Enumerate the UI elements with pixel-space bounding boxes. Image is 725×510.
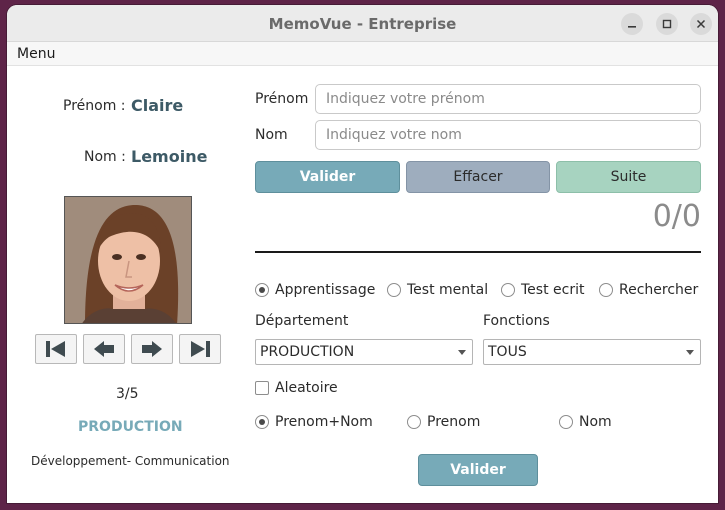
- portrait-image: [65, 197, 191, 323]
- mode-mental-test-label: Test mental: [407, 282, 489, 298]
- department-select-value: PRODUCTION: [260, 344, 355, 360]
- maximize-button[interactable]: [656, 13, 678, 35]
- department-value: PRODUCTION: [78, 419, 183, 435]
- lastname-value: Lemoine: [131, 147, 208, 166]
- next-step-button[interactable]: Suite: [556, 161, 701, 193]
- functions-select[interactable]: TOUS: [483, 339, 701, 365]
- functions-select-value: TOUS: [488, 344, 527, 360]
- person-photo: [64, 196, 192, 324]
- clear-button[interactable]: Effacer: [406, 161, 550, 193]
- last-icon: [191, 341, 210, 357]
- department-select[interactable]: PRODUCTION: [255, 339, 473, 365]
- chevron-down-icon: [458, 350, 466, 355]
- random-checkbox[interactable]: [255, 381, 269, 395]
- minimize-button[interactable]: [621, 13, 643, 35]
- functions-value: Développement- Communication: [31, 454, 230, 468]
- display-fullname-label: Prenom+Nom: [275, 414, 373, 430]
- app-window: MemoVue - Entreprise Menu Prénom : Clair…: [7, 5, 718, 503]
- previous-button[interactable]: [83, 334, 125, 364]
- close-button[interactable]: [690, 13, 712, 35]
- display-lastname-label: Nom: [579, 414, 612, 430]
- firstname-input[interactable]: [315, 84, 701, 114]
- window-title: MemoVue - Entreprise: [268, 15, 457, 33]
- mode-mental-test-radio[interactable]: [387, 283, 401, 297]
- lastname-label: Nom: [255, 127, 288, 143]
- mode-learning-label: Apprentissage: [275, 282, 376, 298]
- close-icon: [696, 19, 706, 29]
- separator: [255, 251, 701, 253]
- bottom-validate-button[interactable]: Valider: [418, 454, 538, 486]
- menu-bar: Menu: [7, 42, 718, 66]
- validate-button[interactable]: Valider: [255, 161, 400, 193]
- functions-filter-label: Fonctions: [483, 313, 550, 329]
- next-icon: [142, 341, 162, 357]
- score-display: 0/0: [652, 199, 701, 234]
- maximize-icon: [662, 19, 672, 29]
- position-counter: 3/5: [116, 386, 139, 402]
- department-filter-label: Département: [255, 313, 349, 329]
- mode-search-label: Rechercher: [619, 282, 699, 298]
- firstname-value: Claire: [131, 96, 184, 115]
- first-button[interactable]: [35, 334, 77, 364]
- firstname-caption: Prénom :: [63, 98, 126, 114]
- next-button[interactable]: [131, 334, 173, 364]
- display-lastname-radio[interactable]: [559, 415, 573, 429]
- minimize-icon: [628, 26, 636, 28]
- display-firstname-radio[interactable]: [407, 415, 421, 429]
- mode-written-test-radio[interactable]: [501, 283, 515, 297]
- previous-icon: [94, 341, 114, 357]
- first-icon: [46, 341, 65, 357]
- lastname-caption: Nom :: [84, 149, 126, 165]
- random-label: Aleatoire: [275, 380, 338, 396]
- chevron-down-icon: [686, 350, 694, 355]
- mode-search-radio[interactable]: [599, 283, 613, 297]
- lastname-input[interactable]: [315, 120, 701, 150]
- mode-written-test-label: Test ecrit: [521, 282, 585, 298]
- firstname-label: Prénom: [255, 91, 309, 107]
- menu-item[interactable]: Menu: [17, 46, 55, 62]
- display-fullname-radio[interactable]: [255, 415, 269, 429]
- display-firstname-label: Prenom: [427, 414, 481, 430]
- title-bar: MemoVue - Entreprise: [7, 5, 718, 42]
- last-button[interactable]: [179, 334, 221, 364]
- mode-learning-radio[interactable]: [255, 283, 269, 297]
